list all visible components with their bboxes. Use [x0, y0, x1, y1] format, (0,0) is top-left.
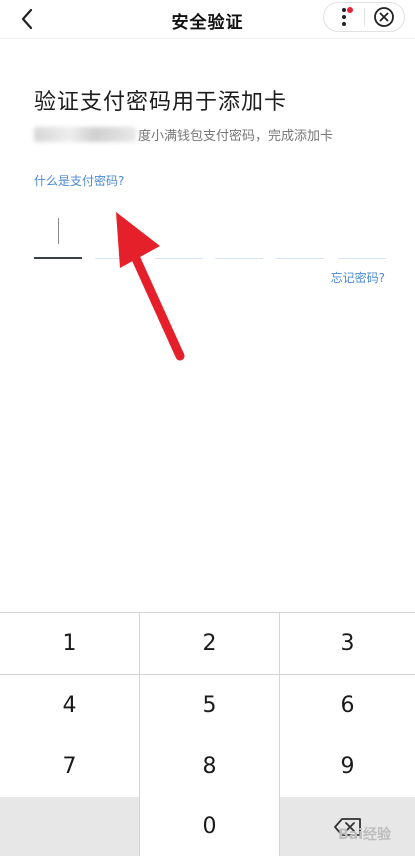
key-9[interactable]: 9 — [280, 736, 415, 797]
watermark: Bai经验 — [338, 827, 391, 843]
key-8[interactable]: 8 — [140, 736, 279, 797]
red-arrow-icon — [116, 212, 185, 361]
key-6[interactable]: 6 — [280, 675, 415, 736]
key-3[interactable]: 3 — [280, 613, 415, 674]
key-1[interactable]: 1 — [0, 613, 139, 674]
key-0[interactable]: 0 — [140, 797, 279, 856]
key-2[interactable]: 2 — [140, 613, 279, 674]
key-5[interactable]: 5 — [140, 675, 279, 736]
key-4[interactable]: 4 — [0, 675, 139, 736]
key-blank — [0, 797, 139, 856]
key-7[interactable]: 7 — [0, 736, 139, 797]
numeric-keypad: 1 2 3 4 5 6 7 8 9 0 Bai经验 — [0, 612, 415, 856]
